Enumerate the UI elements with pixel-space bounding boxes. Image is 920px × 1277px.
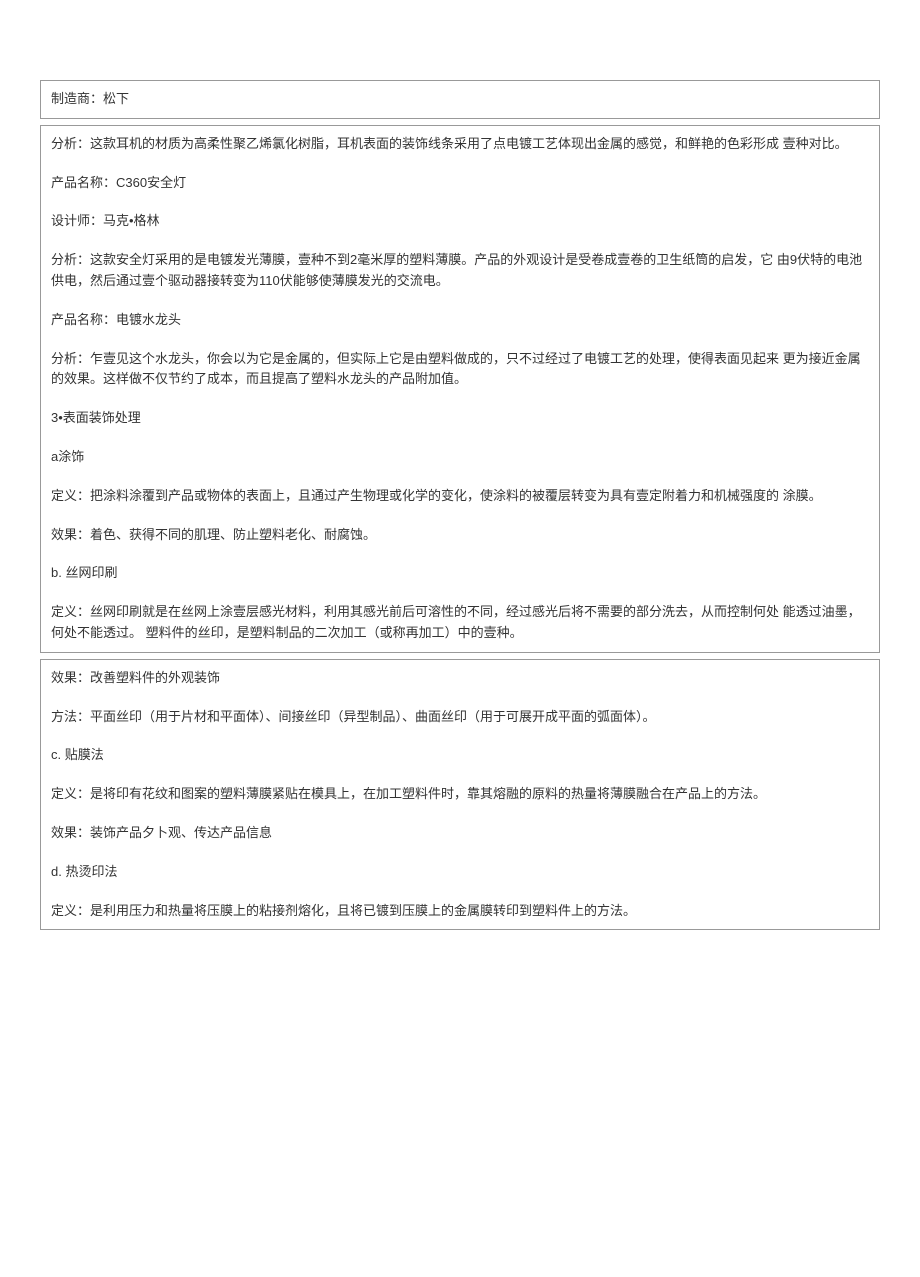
item-d-hot-stamping: d. 热烫印法 — [51, 862, 869, 883]
item-a-coating: a涂饰 — [51, 447, 869, 468]
effect-film-method: 效果：装饰产品夕卜观、传达产品信息 — [51, 823, 869, 844]
designer-name: 设计师：马克•格林 — [51, 211, 869, 232]
item-b-screen-printing: b. 丝网印刷 — [51, 563, 869, 584]
analysis-faucet: 分析：乍壹见这个水龙头，你会以为它是金属的，但实际上它是由塑料做成的，只不过经过… — [51, 349, 869, 391]
box-methods: 效果：改善塑料件的外观装饰 方法：平面丝印（用于片材和平面体）、间接丝印（异型制… — [40, 659, 880, 931]
effect-screen-printing: 效果：改善塑料件的外观装饰 — [51, 668, 869, 689]
definition-film-method: 定义：是将印有花纹和图案的塑料薄膜紧贴在模具上，在加工塑料件时，靠其熔融的原料的… — [51, 784, 869, 805]
analysis-safety-light: 分析：这款安全灯采用的是电镀发光薄膜，壹种不到2毫米厚的塑料薄膜。产品的外观设计… — [51, 250, 869, 292]
analysis-headphone: 分析：这款耳机的材质为高柔性聚乙烯氯化树脂，耳机表面的装饰线条采用了点电镀工艺体… — [51, 134, 869, 155]
manufacturer-line: 制造商：松下 — [51, 89, 869, 110]
section-surface-decoration: 3•表面装饰处理 — [51, 408, 869, 429]
definition-hot-stamping: 定义：是利用压力和热量将压膜上的粘接剂熔化，且将已镀到压膜上的金属膜转印到塑料件… — [51, 901, 869, 922]
box-products-analysis: 分析：这款耳机的材质为高柔性聚乙烯氯化树脂，耳机表面的装饰线条采用了点电镀工艺体… — [40, 125, 880, 653]
product-name-faucet: 产品名称：电镀水龙头 — [51, 310, 869, 331]
definition-coating: 定义：把涂料涂覆到产品或物体的表面上，且通过产生物理或化学的变化，使涂料的被覆层… — [51, 486, 869, 507]
box-manufacturer: 制造商：松下 — [40, 80, 880, 119]
definition-screen-printing: 定义：丝网印刷就是在丝网上涂壹层感光材料，利用其感光前后可溶性的不同，经过感光后… — [51, 602, 869, 644]
item-c-film-method: c. 贴膜法 — [51, 745, 869, 766]
method-screen-printing: 方法：平面丝印（用于片材和平面体）、间接丝印（异型制品）、曲面丝印（用于可展开成… — [51, 707, 869, 728]
effect-coating: 效果：着色、获得不同的肌理、防止塑料老化、耐腐蚀。 — [51, 525, 869, 546]
product-name-safety-light: 产品名称：C360安全灯 — [51, 173, 869, 194]
